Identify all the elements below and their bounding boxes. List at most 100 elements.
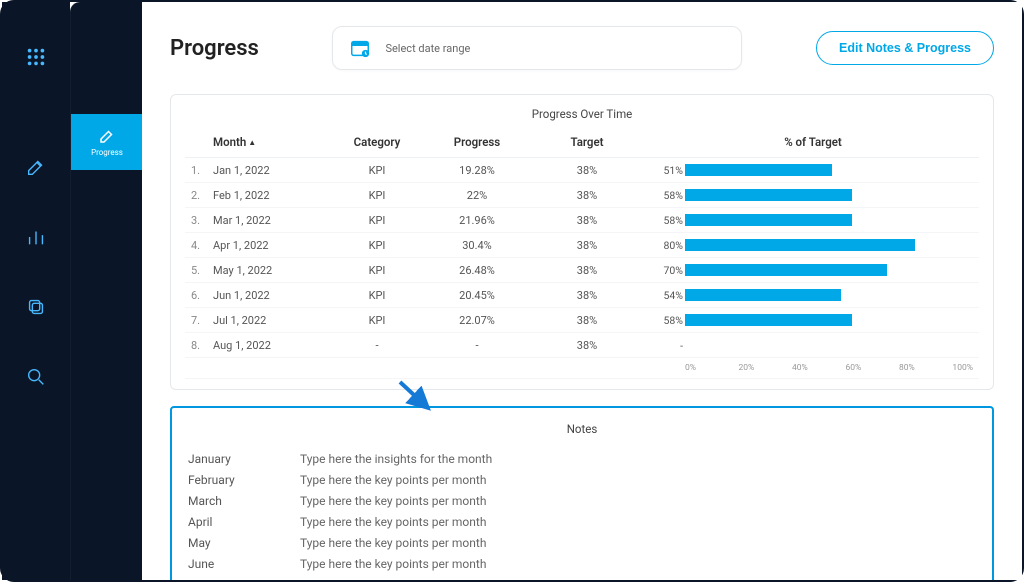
cell-category: KPI <box>327 283 427 308</box>
row-index: 4. <box>185 233 207 258</box>
col-header-pct-target[interactable]: % of Target <box>647 131 979 158</box>
notes-row[interactable]: JulyType here the key points per month <box>188 574 976 580</box>
date-range-placeholder: Select date range <box>385 42 470 55</box>
cell-progress: 30.4% <box>427 233 527 258</box>
notes-row[interactable]: MayType here the key points per month <box>188 532 976 553</box>
cell-month: Jun 1, 2022 <box>207 283 327 308</box>
cell-month: Apr 1, 2022 <box>207 233 327 258</box>
table-row[interactable]: 3.Mar 1, 2022KPI21.96%38%58% <box>185 208 979 233</box>
col-header-progress[interactable]: Progress <box>427 131 527 158</box>
notes-month: January <box>188 452 300 466</box>
notes-month: June <box>188 557 300 571</box>
cell-category: - <box>327 333 427 358</box>
cell-progress: 22% <box>427 183 527 208</box>
cell-progress: 22.07% <box>427 308 527 333</box>
cell-target: 38% <box>527 283 647 308</box>
cell-target: 38% <box>527 333 647 358</box>
cell-progress: 21.96% <box>427 208 527 233</box>
edit-notes-button[interactable]: Edit Notes & Progress <box>816 31 994 65</box>
col-header-month[interactable]: Month▲ <box>207 131 327 158</box>
row-index: 5. <box>185 258 207 283</box>
pct-label: 80% <box>653 239 685 252</box>
apps-icon[interactable] <box>17 38 55 76</box>
table-row[interactable]: 6.Jun 1, 2022KPI20.45%38%54% <box>185 283 979 308</box>
cell-target: 38% <box>527 183 647 208</box>
bar-fill <box>685 189 852 201</box>
row-index: 7. <box>185 308 207 333</box>
col-header-target[interactable]: Target <box>527 131 647 158</box>
cell-category: KPI <box>327 158 427 183</box>
table-row[interactable]: 1.Jan 1, 2022KPI19.28%38%51% <box>185 158 979 183</box>
notes-row[interactable]: MarchType here the key points per month <box>188 490 976 511</box>
copy-icon[interactable] <box>17 288 55 326</box>
cell-category: KPI <box>327 258 427 283</box>
bar-track <box>685 164 973 176</box>
notes-text: Type here the key points per month <box>300 515 486 529</box>
pct-label: 51% <box>653 164 685 177</box>
cell-pct-target: 58% <box>647 183 979 208</box>
cell-target: 38% <box>527 158 647 183</box>
date-range-picker[interactable]: Select date range <box>332 26 742 70</box>
bar-track <box>685 289 973 301</box>
notes-row[interactable]: JuneType here the key points per month <box>188 553 976 574</box>
cell-pct-target: - <box>647 333 979 358</box>
axis-tick: 60% <box>845 363 898 373</box>
axis-tick: 0% <box>685 363 738 373</box>
cell-target: 38% <box>527 208 647 233</box>
table-row[interactable]: 2.Feb 1, 2022KPI22%38%58% <box>185 183 979 208</box>
table-row[interactable]: 8.Aug 1, 2022--38%- <box>185 333 979 358</box>
cell-pct-target: 58% <box>647 308 979 333</box>
col-header-category[interactable]: Category <box>327 131 427 158</box>
bar-axis: 0%20%40%60%80%100% <box>653 363 973 373</box>
progress-over-time-card: Progress Over Time Month▲ Category Progr… <box>170 94 994 390</box>
pct-label: 54% <box>653 289 685 302</box>
bar-chart-icon[interactable] <box>17 218 55 256</box>
cell-pct-target: 70% <box>647 258 979 283</box>
main-content: Progress Select date range Edit Notes & … <box>142 2 1022 580</box>
chart-title: Progress Over Time <box>185 107 979 121</box>
bar-fill <box>685 239 915 251</box>
table-row[interactable]: 7.Jul 1, 2022KPI22.07%38%58% <box>185 308 979 333</box>
progress-table: Month▲ Category Progress Target % of Tar… <box>185 131 979 379</box>
notes-text: Type here the key points per month <box>300 578 486 581</box>
cell-pct-target: 54% <box>647 283 979 308</box>
notes-row[interactable]: JanuaryType here the insights for the mo… <box>188 448 976 469</box>
bar-track <box>685 339 973 351</box>
search-icon[interactable] <box>17 358 55 396</box>
cell-pct-target: 58% <box>647 208 979 233</box>
cell-pct-target: 51% <box>647 158 979 183</box>
cell-target: 38% <box>527 308 647 333</box>
cell-category: KPI <box>327 233 427 258</box>
table-row[interactable]: 5.May 1, 2022KPI26.48%38%70% <box>185 258 979 283</box>
bar-track <box>685 189 973 201</box>
notes-month: April <box>188 515 300 529</box>
edit-icon[interactable] <box>17 148 55 186</box>
pct-label: 58% <box>653 189 685 202</box>
cell-month: May 1, 2022 <box>207 258 327 283</box>
notes-row[interactable]: AprilType here the key points per month <box>188 511 976 532</box>
row-index: 2. <box>185 183 207 208</box>
axis-tick: 100% <box>952 363 973 373</box>
page-title: Progress <box>170 36 259 61</box>
cell-category: KPI <box>327 308 427 333</box>
pct-label: 70% <box>653 264 685 277</box>
bar-fill <box>685 214 852 226</box>
tab-progress[interactable]: Progress <box>71 114 143 170</box>
cell-pct-target: 80% <box>647 233 979 258</box>
cell-category: KPI <box>327 183 427 208</box>
pct-label: 58% <box>653 214 685 227</box>
table-row[interactable]: 4.Apr 1, 2022KPI30.4%38%80% <box>185 233 979 258</box>
notes-text: Type here the key points per month <box>300 557 486 571</box>
notes-month: February <box>188 473 300 487</box>
bar-fill <box>685 164 832 176</box>
notes-row[interactable]: FebruaryType here the key points per mon… <box>188 469 976 490</box>
cell-month: Aug 1, 2022 <box>207 333 327 358</box>
notes-text: Type here the key points per month <box>300 536 486 550</box>
notes-text: Type here the key points per month <box>300 494 486 508</box>
bar-fill <box>685 289 841 301</box>
cell-month: Jan 1, 2022 <box>207 158 327 183</box>
nav-rail <box>2 2 70 580</box>
axis-tick: 40% <box>792 363 845 373</box>
bar-fill <box>685 264 887 276</box>
row-index: 1. <box>185 158 207 183</box>
